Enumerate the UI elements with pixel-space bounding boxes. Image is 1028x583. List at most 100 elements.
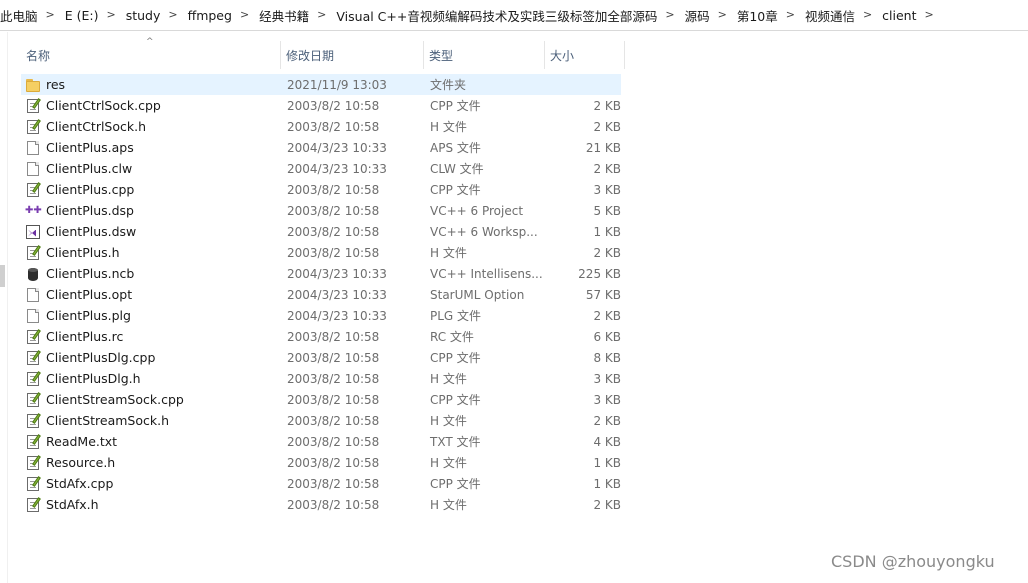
file-date: 2021/11/9 13:03 (287, 77, 387, 92)
file-type: H 文件 (430, 498, 467, 512)
breadcrumb-label: 此电脑 (0, 8, 38, 24)
file-size: 3 KB (593, 371, 621, 386)
file-name-cell: ClientPlusDlg.cpp (21, 349, 281, 366)
file-name: ClientPlus.dsw (46, 224, 137, 239)
pane-resize-handle[interactable] (0, 265, 5, 287)
file-name: ClientStreamSock.h (46, 413, 170, 428)
file-row[interactable]: StdAfx.cpp 2003/8/2 10:58 CPP 文件 1 KB (21, 473, 621, 494)
breadcrumb-item[interactable]: 源码 > (679, 0, 731, 30)
breadcrumb-item[interactable]: 此电脑 > (0, 0, 59, 30)
chevron-right-icon[interactable]: > (663, 8, 678, 21)
file-row[interactable]: StdAfx.h 2003/8/2 10:58 H 文件 2 KB (21, 494, 621, 515)
breadcrumb-item[interactable]: study > (120, 0, 182, 30)
file-size: 1 KB (593, 224, 621, 239)
file-size: 1 KB (593, 476, 621, 491)
column-header-date-label: 修改日期 (286, 48, 335, 63)
column-header-date[interactable]: 修改日期 (281, 41, 424, 69)
source-file-icon (25, 433, 41, 450)
file-name: ClientStreamSock.cpp (46, 392, 184, 407)
breadcrumb-item[interactable]: 经典书籍 > (253, 0, 330, 30)
file-row[interactable]: ClientCtrlSock.h 2003/8/2 10:58 H 文件 2 KB (21, 116, 621, 137)
file-row[interactable]: ClientPlus.clw 2004/3/23 10:33 CLW 文件 2 KB (21, 158, 621, 179)
column-header-type[interactable]: 类型 (424, 41, 545, 69)
source-file-icon (25, 349, 41, 366)
chevron-right-icon[interactable]: > (861, 8, 876, 21)
file-size: 2 KB (593, 98, 621, 113)
vc-workspace-icon (25, 224, 41, 240)
file-row[interactable]: ClientPlus.rc 2003/8/2 10:58 RC 文件 6 KB (21, 326, 621, 347)
chevron-right-icon[interactable]: > (716, 8, 731, 21)
file-row[interactable]: ClientPlusDlg.h 2003/8/2 10:58 H 文件 3 KB (21, 368, 621, 389)
blank-file-icon (25, 287, 41, 303)
file-type: PLG 文件 (430, 309, 482, 323)
file-name-cell: ClientPlus.h (21, 244, 281, 261)
file-name: ClientPlus.plg (46, 308, 131, 323)
file-row[interactable]: res 2021/11/9 13:03 文件夹 (21, 74, 621, 95)
file-name-cell: ClientPlus.clw (21, 161, 281, 177)
breadcrumb-label: E (E:) (64, 7, 99, 23)
file-row[interactable]: ClientPlus.h 2003/8/2 10:58 H 文件 2 KB (21, 242, 621, 263)
breadcrumb-item[interactable]: Visual C++音视频编解码技术及实践三级标签加全部源码 > (330, 0, 678, 30)
file-name: ClientPlus.ncb (46, 266, 135, 281)
file-type: CLW 文件 (430, 162, 484, 176)
chevron-right-icon[interactable]: > (315, 8, 330, 21)
file-name: ClientPlusDlg.cpp (46, 350, 156, 365)
source-file-icon (25, 181, 41, 198)
chevron-right-icon[interactable]: > (238, 8, 253, 21)
file-row[interactable]: ClientPlus.opt 2004/3/23 10:33 StarUML Opt… (21, 284, 621, 305)
file-name-cell: ReadMe.txt (21, 433, 281, 450)
file-type: CPP 文件 (430, 183, 481, 197)
chevron-right-icon[interactable]: > (166, 8, 181, 21)
file-row[interactable]: ClientPlusDlg.cpp 2003/8/2 10:58 CPP 文件 8 K… (21, 347, 621, 368)
file-date: 2003/8/2 10:58 (287, 413, 380, 428)
file-row[interactable]: ClientPlus.ncb 2004/3/23 10:33 VC++ Intell… (21, 263, 621, 284)
column-header-name[interactable]: 名称 ^ (21, 37, 281, 69)
source-file-icon (25, 412, 41, 429)
breadcrumb-label: Visual C++音视频编解码技术及实践三级标签加全部源码 (336, 8, 658, 24)
file-row[interactable]: ClientPlus.dsw 2003/8/2 10:58 VC++ 6 Works… (21, 221, 621, 242)
breadcrumb-item[interactable]: ffmpeg > (182, 0, 254, 30)
breadcrumb-label: ffmpeg (187, 7, 232, 23)
file-type: RC 文件 (430, 330, 474, 344)
breadcrumb-label: 视频通信 (804, 8, 855, 24)
file-row[interactable]: Resource.h 2003/8/2 10:58 H 文件 1 KB (21, 452, 621, 473)
file-row[interactable]: ClientCtrlSock.cpp 2003/8/2 10:58 CPP 文件 2 … (21, 95, 621, 116)
file-type: 文件夹 (430, 78, 467, 92)
watermark: CSDN @zhouyongku (831, 552, 995, 571)
file-type: CPP 文件 (430, 393, 481, 407)
blank-file-icon (25, 308, 41, 324)
chevron-right-icon[interactable]: > (784, 8, 799, 21)
breadcrumb-item[interactable]: 视频通信 > (799, 0, 876, 30)
blank-file-icon (25, 140, 41, 156)
sort-ascending-icon: ^ (146, 37, 154, 47)
file-row[interactable]: ClientPlus.aps 2004/3/23 10:33 APS 文件 21 KB (21, 137, 621, 158)
chevron-right-icon[interactable]: > (923, 8, 938, 21)
file-row[interactable]: ClientStreamSock.cpp 2003/8/2 10:58 CPP 文件… (21, 389, 621, 410)
chevron-right-icon[interactable]: > (44, 8, 59, 21)
file-name-cell: ClientPlus.ncb (21, 266, 281, 282)
file-name-cell: ClientPlus.cpp (21, 181, 281, 198)
file-row[interactable]: ✚✚ ClientPlus.dsp 2003/8/2 10:58 VC++ 6 Pro… (21, 200, 621, 221)
source-file-icon (25, 496, 41, 513)
chevron-right-icon[interactable]: > (104, 8, 119, 21)
file-row[interactable]: ClientPlus.plg 2004/3/23 10:33 PLG 文件 2 KB (21, 305, 621, 326)
column-header-size[interactable]: 大小 (545, 41, 625, 69)
source-file-icon (25, 118, 41, 135)
breadcrumb-item[interactable]: 第10章 > (731, 0, 799, 30)
file-row[interactable]: ClientStreamSock.h 2003/8/2 10:58 H 文件 2 KB (21, 410, 621, 431)
file-date: 2003/8/2 10:58 (287, 119, 380, 134)
file-name-cell: ✚✚ ClientPlus.dsp (21, 203, 281, 219)
file-date: 2003/8/2 10:58 (287, 329, 380, 344)
file-type: VC++ 6 Worksp... (430, 224, 538, 239)
breadcrumb-item[interactable]: client > (876, 0, 938, 30)
breadcrumb-label: 第10章 (736, 8, 778, 24)
file-row[interactable]: ClientPlus.cpp 2003/8/2 10:58 CPP 文件 3 KB (21, 179, 621, 200)
address-breadcrumb: 此电脑 > E (E:) > study > ffmpeg > 经典书籍 > Visual C++音… (0, 0, 1028, 31)
file-row[interactable]: ReadMe.txt 2003/8/2 10:58 TXT 文件 4 KB (21, 431, 621, 452)
file-name: ClientPlus.aps (46, 140, 134, 155)
file-size: 57 KB (585, 287, 621, 302)
breadcrumb-item[interactable]: E (E:) > (59, 0, 120, 30)
vc-project-icon: ✚✚ (25, 204, 42, 216)
file-date: 2004/3/23 10:33 (287, 287, 387, 302)
file-name: ClientCtrlSock.cpp (46, 98, 161, 113)
